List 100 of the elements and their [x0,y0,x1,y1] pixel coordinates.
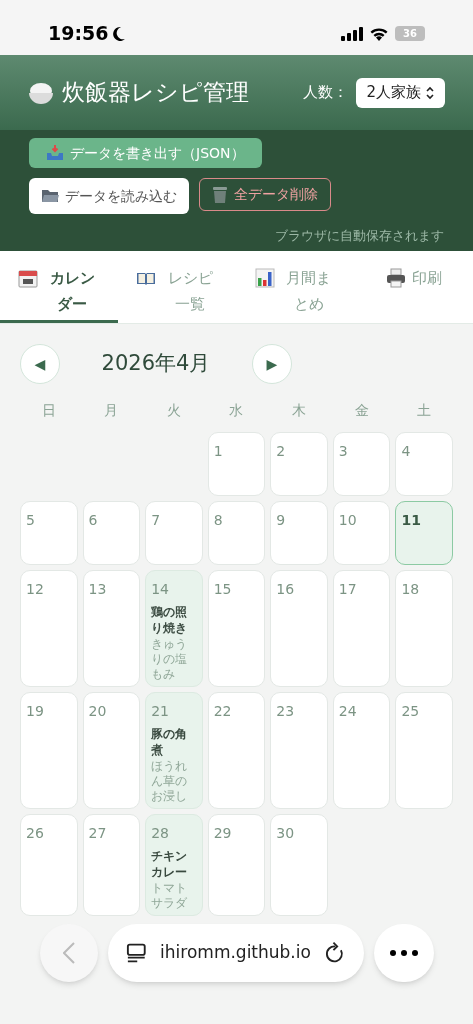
day-cell[interactable]: 22 [207,692,266,809]
day-number: 21 [151,702,170,720]
moon-icon [112,25,127,42]
day-number: 9 [276,511,287,529]
day-number: 18 [401,580,421,598]
day-cell[interactable]: 9 [270,501,328,565]
day-cell[interactable]: 29 [207,814,266,916]
day-cell[interactable]: 21 豚の角煮 ほうれん草のお浸し [145,692,203,809]
side-dish: きゅうりの塩もみ [151,637,189,682]
import-button[interactable]: データを読み込む [29,178,189,214]
month-title: 2026年4月 [100,350,212,378]
day-cell[interactable]: 1 [207,432,266,496]
day-cell[interactable]: 28 チキンカレー トマトサラダ [145,814,203,916]
nav-tab[interactable]: レシピ一覧 [118,251,237,323]
signal-icon [341,26,363,41]
main-dish: 豚の角煮 [151,726,189,758]
inbox-tray-icon [46,144,64,162]
day-cell[interactable]: 12 [20,570,78,687]
weekday-label: 火 [165,401,182,420]
day-number: 14 [151,580,170,598]
day-number: 8 [213,511,224,529]
wifi-icon [369,26,389,41]
day-number: 23 [276,702,296,720]
day-number: 5 [26,511,36,529]
calendar-icon [18,268,38,288]
day-number: 3 [338,442,349,460]
day-cell[interactable]: 19 [20,692,78,809]
delete-all-button[interactable]: 全データ削除 [199,178,331,211]
day-number: 7 [151,511,162,529]
weekday-label: 日 [40,401,57,420]
day-cell[interactable]: 14 鶏の照り焼き きゅうりの塩もみ [145,570,203,687]
nav-tab[interactable]: 月間まとめ [236,251,355,323]
day-number: 10 [338,511,358,529]
day-number: 29 [213,824,233,842]
day-cell[interactable]: 24 [332,692,391,809]
day-cell[interactable]: 7 [145,501,203,565]
more-button[interactable] [373,924,434,982]
day-number: 24 [338,702,358,720]
weekday-label: 金 [353,401,370,420]
weekday-label: 木 [291,401,308,420]
people-select[interactable]: 2人家族 [356,77,445,108]
bar-chart-icon [254,268,275,288]
day-number: 16 [276,580,296,598]
day-number: 2 [276,442,287,460]
main-dish: 鶏の照り焼き [151,604,189,636]
previous-month-button[interactable]: ◀ [20,344,60,384]
day-cell[interactable]: 23 [270,692,328,809]
day-cell[interactable]: 13 [82,570,141,687]
day-number: 28 [151,824,170,842]
day-number: 20 [88,702,108,720]
more-icon [389,950,418,956]
day-cell[interactable]: 30 [270,814,328,916]
day-cell[interactable]: 2 [270,432,328,496]
day-cell[interactable]: 5 [20,501,78,565]
day-number: 27 [88,824,108,842]
export-button[interactable]: データを書き出す（JSON） [29,138,262,168]
day-number: 4 [401,442,412,460]
app-title: 炊飯器レシピ管理 [62,78,249,108]
weekday-label: 水 [228,401,245,420]
day-number: 11 [401,511,422,529]
day-cell[interactable]: 11 [395,501,453,565]
day-cell[interactable]: 6 [82,501,141,565]
folder-icon [41,188,59,204]
day-cell[interactable]: 15 [207,570,266,687]
day-number: 30 [276,824,296,842]
day-cell[interactable]: 16 [270,570,328,687]
weekday-label: 月 [103,401,120,420]
day-number: 1 [213,442,224,460]
main-dish: チキンカレー [151,848,189,880]
day-cell[interactable]: 17 [332,570,391,687]
reload-icon [324,941,346,965]
day-cell[interactable]: 8 [207,501,266,565]
day-cell[interactable]: 10 [332,501,391,565]
day-number: 6 [88,511,99,529]
printer-icon [385,268,406,288]
day-cell[interactable]: 4 [395,432,453,496]
day-number: 19 [26,702,45,720]
address-bar[interactable]: ihiromm.github.io [107,924,364,982]
battery-indicator: 36 [395,26,425,41]
tabs-icon [125,942,147,964]
day-number: 25 [401,702,421,720]
trash-icon [212,185,228,204]
day-cell[interactable]: 25 [395,692,453,809]
day-number: 15 [213,580,233,598]
day-number: 12 [26,580,45,598]
nav-tab[interactable]: 印刷 [354,251,473,323]
next-month-button[interactable]: ▶ [252,344,292,384]
day-number: 26 [26,824,45,842]
day-cell[interactable]: 20 [82,692,141,809]
day-number: 13 [88,580,108,598]
weekday-label: 土 [416,401,433,420]
day-cell[interactable]: 27 [82,814,141,916]
day-number: 22 [213,702,233,720]
side-dish: トマトサラダ [151,881,189,911]
day-cell[interactable]: 3 [332,432,391,496]
chevron-updown-icon [425,85,435,100]
side-dish: ほうれん草のお浸し [151,759,189,804]
day-cell[interactable]: 26 [20,814,78,916]
nav-tab[interactable]: カレンダー [0,251,119,323]
day-cell[interactable]: 18 [395,570,453,687]
